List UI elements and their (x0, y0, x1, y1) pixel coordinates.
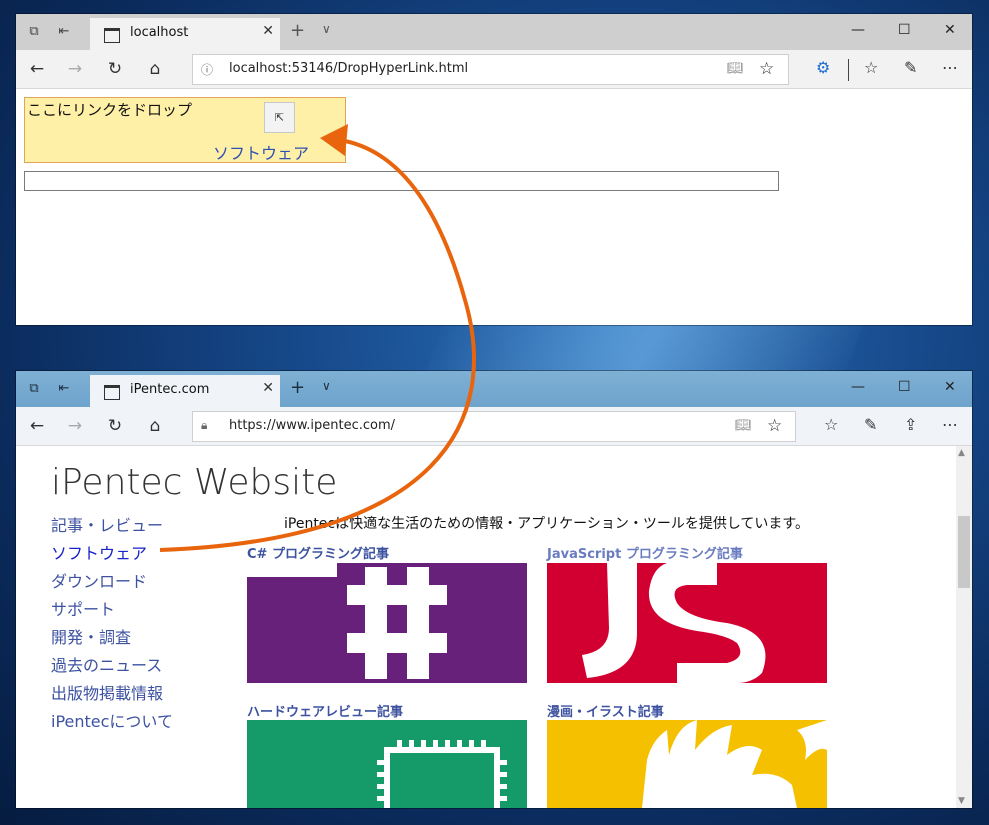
more-icon[interactable]: ⋯ (942, 58, 958, 77)
new-tab-icon[interactable]: + (290, 20, 305, 41)
tab-close-icon[interactable]: ✕ (262, 380, 274, 396)
page-content: ここにリンクをドロップ ⇱ ソフトウェア (16, 89, 972, 325)
dropped-link[interactable]: ソフトウェア (213, 140, 309, 164)
home-icon[interactable]: ⌂ (144, 59, 166, 79)
more-icon[interactable]: ⋯ (942, 415, 958, 434)
close-window-icon[interactable]: ✕ (944, 22, 956, 38)
tab-title: localhost (130, 25, 189, 40)
browser-window-localhost: ⧉ ⇤ localhost ✕ + ∨ — ☐ ✕ ← → ↻ ⌂ ⓘ loca… (16, 14, 972, 325)
illustration-flame-image (547, 720, 827, 808)
drop-zone-label: ここにリンクをドロップ (27, 101, 193, 119)
page-content: iPentec Website iPentecは快適な生活のための情報・アプリケ… (16, 446, 972, 808)
tab-ipentec[interactable]: iPentec.com ✕ (90, 375, 280, 407)
favorites-hub-icon[interactable]: ☆ (824, 415, 838, 434)
navigation-bar: ← → ↻ ⌂ ⓘ localhost:53146/DropHyperLink.… (16, 50, 972, 89)
reading-view-icon[interactable]: 📖︎ (727, 61, 744, 76)
category-title-hardware[interactable]: ハードウェアレビュー記事 (247, 701, 403, 720)
drop-action-button[interactable]: ⇱ (264, 102, 295, 133)
menu-item-about[interactable]: iPentecについて (51, 712, 173, 740)
tab-close-icon[interactable]: ✕ (262, 23, 274, 39)
refresh-icon[interactable]: ↻ (104, 59, 126, 79)
category-title-csharp[interactable]: C# プログラミング記事 (247, 543, 389, 562)
forward-icon[interactable]: → (64, 416, 86, 436)
menu-item-download[interactable]: ダウンロード (51, 572, 173, 600)
vertical-scrollbar[interactable]: ▲ ▼ (956, 446, 972, 808)
page-icon (104, 385, 120, 400)
link-drop-zone[interactable]: ここにリンクをドロップ ⇱ ソフトウェア (24, 97, 346, 163)
pen-icon[interactable]: ✎ (904, 58, 917, 77)
browser-window-ipentec: ⧉ ⇤ iPentec.com ✕ + ∨ — ☐ ✕ ← → ↻ ⌂ 🔒︎ h… (16, 371, 972, 808)
menu-item-news[interactable]: 過去のニュース (51, 656, 173, 684)
minimize-icon[interactable]: — (851, 379, 865, 395)
illustration-tile[interactable] (547, 720, 827, 808)
new-tab-icon[interactable]: + (290, 377, 305, 398)
info-icon[interactable]: ⓘ (201, 61, 213, 78)
address-bar[interactable]: ⓘ localhost:53146/DropHyperLink.html 📖︎ … (192, 54, 789, 85)
favorite-star-icon[interactable]: ☆ (767, 416, 782, 436)
javascript-logo-image (547, 563, 827, 683)
side-menu: 記事・レビュー ソフトウェア ダウンロード サポート 開発・調査 過去のニュース… (51, 516, 173, 740)
scroll-thumb[interactable] (958, 516, 970, 588)
hardware-tile[interactable] (247, 720, 527, 808)
category-title-illustration[interactable]: 漫画・イラスト記事 (547, 701, 664, 720)
navigation-bar: ← → ↻ ⌂ 🔒︎ https://www.ipentec.com/ 📖︎ ☆… (16, 407, 972, 446)
dev-tools-icon[interactable]: ⚙ (816, 58, 830, 77)
address-bar[interactable]: 🔒︎ https://www.ipentec.com/ 📖︎ ☆ (192, 411, 796, 442)
menu-item-research[interactable]: 開発・調査 (51, 628, 173, 656)
back-icon[interactable]: ← (26, 416, 48, 436)
toolbar-separator (848, 59, 849, 81)
maximize-icon[interactable]: ☐ (898, 379, 911, 395)
csharp-tile[interactable] (247, 563, 527, 683)
tab-bar: ⧉ ⇤ iPentec.com ✕ + ∨ — ☐ ✕ (16, 371, 972, 407)
forward-icon[interactable]: → (64, 59, 86, 79)
tab-title: iPentec.com (130, 382, 210, 397)
menu-item-publications[interactable]: 出版物掲載情報 (51, 684, 173, 712)
lock-icon[interactable]: 🔒︎ (201, 418, 207, 433)
set-tabs-aside-icon[interactable]: ⇤ (54, 379, 74, 399)
scroll-down-icon[interactable]: ▼ (958, 796, 965, 806)
tab-localhost[interactable]: localhost ✕ (90, 18, 280, 50)
menu-item-articles[interactable]: 記事・レビュー (51, 516, 173, 544)
tab-preview-icon[interactable]: ⧉ (24, 22, 44, 42)
csharp-logo-image (247, 563, 527, 683)
site-title[interactable]: iPentec Website (51, 462, 337, 503)
tab-preview-icon[interactable]: ⧉ (24, 379, 44, 399)
refresh-icon[interactable]: ↻ (104, 416, 126, 436)
back-icon[interactable]: ← (26, 59, 48, 79)
minimize-icon[interactable]: — (851, 22, 865, 38)
home-icon[interactable]: ⌂ (144, 416, 166, 436)
result-text-field[interactable] (24, 171, 779, 191)
maximize-icon[interactable]: ☐ (898, 22, 911, 38)
share-icon[interactable]: ⇪ (904, 415, 917, 434)
chevron-down-icon[interactable]: ∨ (322, 22, 331, 36)
url-text[interactable]: localhost:53146/DropHyperLink.html (229, 61, 468, 76)
chevron-down-icon[interactable]: ∨ (322, 379, 331, 393)
javascript-tile[interactable] (547, 563, 827, 683)
menu-item-software[interactable]: ソフトウェア (51, 544, 173, 572)
category-title-javascript[interactable]: JavaScript プログラミング記事 (547, 543, 743, 562)
reading-view-icon[interactable]: 📖︎ (735, 418, 752, 433)
tab-bar: ⧉ ⇤ localhost ✕ + ∨ — ☐ ✕ (16, 14, 972, 50)
site-tagline: iPentecは快適な生活のための情報・アプリケーション・ツールを提供しています… (284, 516, 810, 532)
favorites-hub-icon[interactable]: ☆ (864, 58, 878, 77)
menu-item-support[interactable]: サポート (51, 600, 173, 628)
favorite-star-icon[interactable]: ☆ (759, 59, 774, 79)
url-text[interactable]: https://www.ipentec.com/ (229, 418, 395, 433)
scroll-up-icon[interactable]: ▲ (958, 448, 965, 458)
pen-icon[interactable]: ✎ (864, 415, 877, 434)
page-icon (104, 28, 120, 43)
close-window-icon[interactable]: ✕ (944, 379, 956, 395)
set-tabs-aside-icon[interactable]: ⇤ (54, 22, 74, 42)
hardware-chip-image (247, 720, 527, 808)
